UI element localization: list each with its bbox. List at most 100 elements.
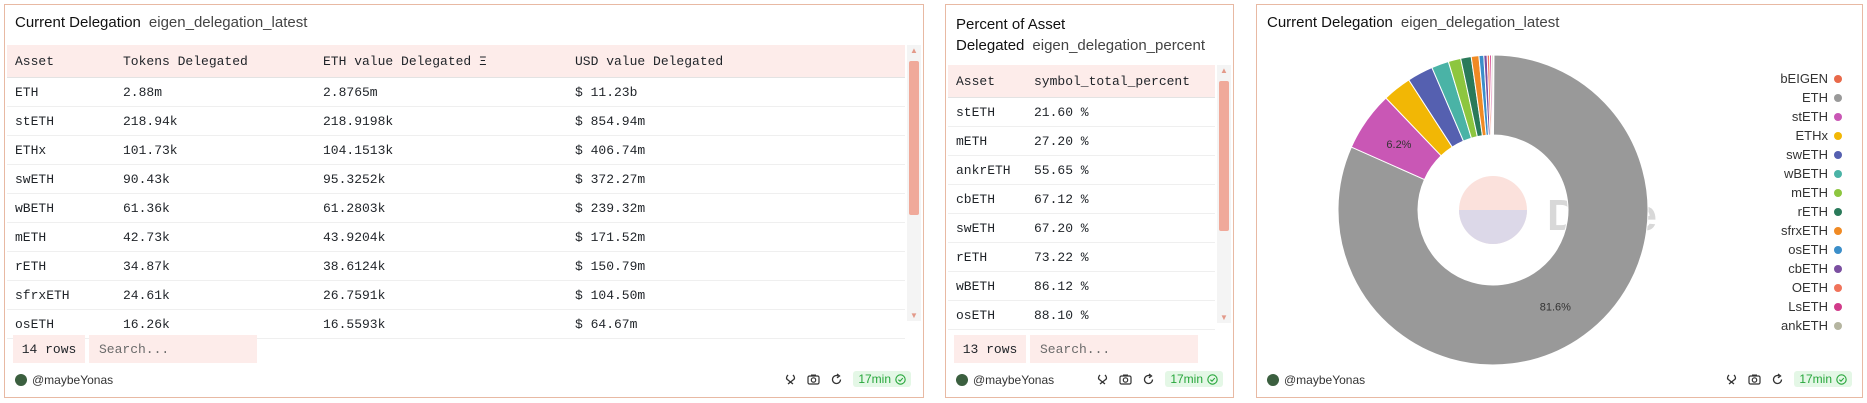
legend-label: sfrxETH <box>1781 223 1828 238</box>
legend-item-reth[interactable]: rETH <box>1780 202 1842 221</box>
slice-data-label: 6.2% <box>1386 139 1411 151</box>
legend-item-steth[interactable]: stETH <box>1780 107 1842 126</box>
legend-item-oseth[interactable]: osETH <box>1780 240 1842 259</box>
column-header[interactable]: symbol_total_percent <box>1026 74 1214 89</box>
table-cell: $ 11.23b <box>575 84 638 100</box>
slice-anketh[interactable] <box>1491 54 1494 136</box>
legend-label: swETH <box>1786 147 1828 162</box>
table-cell: osETH <box>956 307 996 323</box>
table-row: rETH 73.22 % <box>948 243 1215 272</box>
panel-title: Current Delegation eigen_delegation_lates… <box>15 14 307 31</box>
legend-swatch <box>1834 112 1842 121</box>
legend-label: mETH <box>1791 185 1828 200</box>
column-header[interactable]: ETH value Delegated Ξ <box>315 54 567 69</box>
table-row: wBETH 86.12 % <box>948 272 1215 301</box>
column-header[interactable]: Asset <box>7 54 115 69</box>
column-header[interactable]: Tokens Delegated <box>115 54 315 69</box>
camera-icon[interactable] <box>1748 373 1761 386</box>
scrollbar[interactable]: ▲ ▼ <box>1217 65 1231 323</box>
camera-icon[interactable] <box>807 373 820 386</box>
table-row: mETH 27.20 % <box>948 127 1215 156</box>
legend-swatch <box>1834 131 1842 140</box>
legend-item-sweth[interactable]: swETH <box>1780 145 1842 164</box>
table-cell: $ 64.67m <box>575 316 638 332</box>
legend-item-meth[interactable]: mETH <box>1780 183 1842 202</box>
table-row: ETHx 101.73k 104.1513k $ 406.74m <box>7 136 905 165</box>
fork-icon[interactable] <box>784 373 797 386</box>
scrollbar-thumb[interactable] <box>909 61 919 215</box>
table-cell: swETH <box>956 220 996 236</box>
legend-swatch <box>1834 150 1842 159</box>
table-cell: 95.3252k <box>323 171 386 187</box>
table-cell: 38.6124k <box>323 258 386 274</box>
legend-swatch <box>1834 245 1842 254</box>
table-row: cbETH 67.12 % <box>948 185 1215 214</box>
refresh-icon[interactable] <box>1142 372 1155 386</box>
table-row: swETH 90.43k 95.3252k $ 372.27m <box>7 165 905 194</box>
scrollbar-thumb[interactable] <box>1219 81 1229 231</box>
table-cell: 27.20 % <box>1034 133 1089 149</box>
author-name[interactable]: @maybeYonas <box>32 373 113 387</box>
avatar <box>1267 374 1279 386</box>
search-input[interactable]: Search... <box>1030 335 1198 363</box>
table-cell: 61.36k <box>123 200 170 216</box>
author[interactable]: @maybeYonas <box>956 373 1054 387</box>
age-text: 17min <box>858 372 891 386</box>
legend-item-wbeth[interactable]: wBETH <box>1780 164 1842 183</box>
scroll-down-arrow[interactable]: ▼ <box>1220 313 1228 322</box>
search-input[interactable]: Search... <box>89 335 257 363</box>
table-cell: 55.65 % <box>1034 162 1089 178</box>
legend-item-beigen[interactable]: bEIGEN <box>1780 69 1842 88</box>
table-cell: ankrETH <box>956 162 1011 178</box>
table-cell: ETHx <box>15 142 47 158</box>
table-row: stETH 218.94k 218.9198k $ 854.94m <box>7 107 905 136</box>
table-cell: $ 854.94m <box>575 113 646 129</box>
author[interactable]: @maybeYonas <box>1267 373 1365 387</box>
table-cell: 16.26k <box>123 316 170 332</box>
column-header[interactable]: Asset <box>948 74 1026 89</box>
table-cell: osETH <box>15 316 55 332</box>
scroll-down-arrow[interactable]: ▼ <box>910 311 918 320</box>
legend-label: OETH <box>1791 280 1828 295</box>
panel-actions: 17min <box>784 371 911 387</box>
legend-swatch <box>1834 321 1842 330</box>
avatar <box>956 374 968 386</box>
legend-label: rETH <box>1797 204 1828 219</box>
table-cell: 73.22 % <box>1034 249 1089 265</box>
table-cell: 34.87k <box>123 258 170 274</box>
refresh-icon[interactable] <box>830 372 843 386</box>
column-header[interactable]: USD value Delegated <box>567 54 805 69</box>
fork-icon[interactable] <box>1725 373 1738 386</box>
table-cell: 26.7591k <box>323 287 386 303</box>
table-row: mETH 42.73k 43.9204k $ 171.52m <box>7 223 905 252</box>
row-count: 13 rows <box>954 335 1026 363</box>
author-name[interactable]: @maybeYonas <box>1284 373 1365 387</box>
legend-item-lseth[interactable]: LsETH <box>1780 297 1842 316</box>
camera-icon[interactable] <box>1119 373 1132 386</box>
scrollbar[interactable]: ▲ ▼ <box>907 45 921 321</box>
refresh-icon[interactable] <box>1771 372 1784 386</box>
table-cell: stETH <box>956 104 996 120</box>
legend-item-sfrxeth[interactable]: sfrxETH <box>1780 221 1842 240</box>
legend-item-cbeth[interactable]: cbETH <box>1780 259 1842 278</box>
fork-icon[interactable] <box>1096 373 1109 386</box>
legend-label: LsETH <box>1788 299 1828 314</box>
author-name[interactable]: @maybeYonas <box>973 373 1054 387</box>
table-row: stETH 21.60 % <box>948 98 1215 127</box>
scroll-up-arrow[interactable]: ▲ <box>910 46 918 55</box>
legend-item-oeth[interactable]: OETH <box>1780 278 1842 297</box>
author[interactable]: @maybeYonas <box>15 373 113 387</box>
legend-swatch <box>1834 188 1842 197</box>
legend-item-ethx[interactable]: ETHx <box>1780 126 1842 145</box>
scroll-up-arrow[interactable]: ▲ <box>1220 66 1228 75</box>
table-row: swETH 67.20 % <box>948 214 1215 243</box>
legend-label: bEIGEN <box>1780 71 1828 86</box>
avatar <box>15 374 27 386</box>
table-cell: wBETH <box>956 278 996 294</box>
table-cell: 2.88m <box>123 84 163 100</box>
legend-item-anketh[interactable]: ankETH <box>1780 316 1842 335</box>
legend-swatch <box>1834 74 1842 83</box>
table-cell: cbETH <box>956 191 996 207</box>
table-cell: 2.8765m <box>323 84 378 100</box>
legend-item-eth[interactable]: ETH <box>1780 88 1842 107</box>
